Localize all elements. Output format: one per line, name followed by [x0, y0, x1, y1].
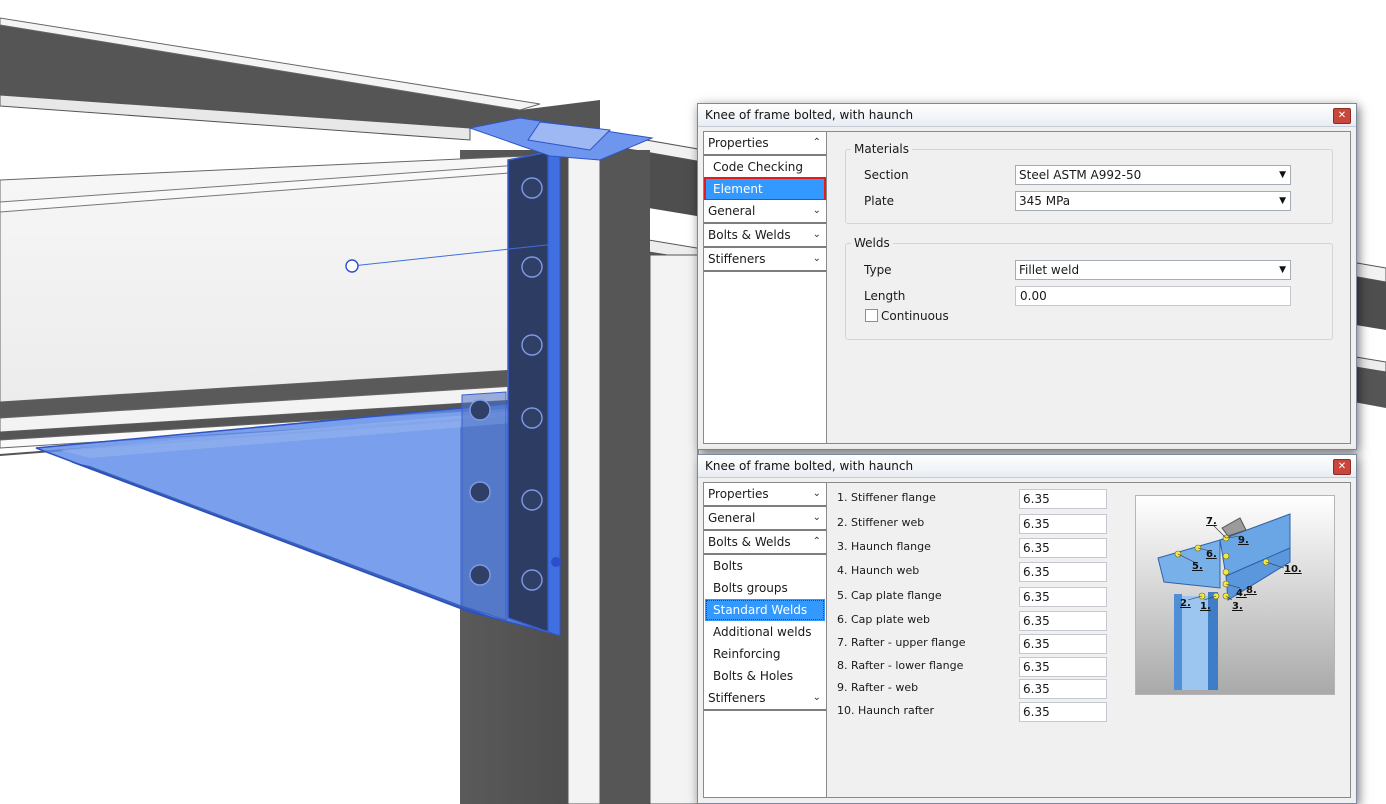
- element-properties-dialog: Knee of frame bolted, with haunch ✕ Prop…: [697, 103, 1357, 450]
- navigation-panel: Properties ⌄ General ⌄ Bolts & Welds ⌃ B…: [704, 483, 827, 797]
- chevron-down-icon: ⌄: [812, 692, 821, 703]
- length-input[interactable]: 0.00: [1015, 286, 1291, 306]
- standard-welds-dialog: Knee of frame bolted, with haunch ✕ Prop…: [697, 454, 1357, 804]
- weld-size-input[interactable]: 6.35: [1019, 489, 1107, 509]
- weld-size-input[interactable]: 6.35: [1019, 702, 1107, 722]
- nav-item-reinforcing[interactable]: Reinforcing: [704, 643, 826, 665]
- diagram-label-1: 1.: [1200, 601, 1211, 612]
- weld-size-input[interactable]: 6.35: [1019, 634, 1107, 654]
- plate-select[interactable]: 345 MPa ▼: [1015, 191, 1291, 211]
- nav-item-code-checking[interactable]: Code Checking: [704, 156, 826, 178]
- dropdown-arrow-icon: ▼: [1279, 170, 1286, 180]
- nav-header-bolts-welds[interactable]: Bolts & Welds ⌃: [704, 531, 826, 555]
- length-label: Length: [864, 289, 906, 303]
- nav-header-stiffeners[interactable]: Stiffeners ⌄: [704, 687, 826, 711]
- weld-type-value: Fillet weld: [1019, 263, 1080, 277]
- chevron-down-icon: ⌄: [812, 229, 821, 240]
- nav-header-label: Bolts & Welds: [708, 228, 791, 242]
- nav-item-bolts-groups[interactable]: Bolts groups: [704, 577, 826, 599]
- dialog-body: Properties ⌃ Code Checking Element Prope…: [703, 131, 1351, 444]
- dropdown-arrow-icon: ▼: [1279, 265, 1286, 275]
- chevron-down-icon: ⌄: [812, 253, 821, 264]
- weld-size-input[interactable]: 6.35: [1019, 657, 1107, 677]
- properties-content: Materials Section Steel ASTM A992-50 ▼ P…: [827, 132, 1350, 443]
- weld-size-input[interactable]: 6.35: [1019, 562, 1107, 582]
- nav-header-label: General: [708, 511, 756, 525]
- nav-header-label: Stiffeners: [708, 691, 766, 705]
- weld-size-input[interactable]: 6.35: [1019, 587, 1107, 607]
- chevron-down-icon: ⌄: [812, 205, 821, 216]
- nav-item-standard-welds[interactable]: Standard Welds: [705, 599, 825, 621]
- chevron-up-icon: ⌃: [812, 536, 821, 547]
- chevron-down-icon: ⌄: [812, 512, 821, 523]
- diagram-label-9: 9.: [1238, 535, 1249, 546]
- nav-header-general[interactable]: General ⌄: [704, 507, 826, 531]
- diagram-label-3: 3.: [1232, 601, 1243, 612]
- weld-label: 2. Stiffener web: [837, 516, 925, 529]
- nav-item-bolts-holes[interactable]: Bolts & Holes: [704, 665, 826, 687]
- nav-item-additional-welds[interactable]: Additional welds: [704, 621, 826, 643]
- weld-label: 7. Rafter - upper flange: [837, 636, 966, 649]
- chevron-down-icon: ⌄: [812, 488, 821, 499]
- materials-group-label: Materials: [854, 142, 910, 156]
- plate-label: Plate: [864, 194, 895, 208]
- nav-header-label: Properties: [708, 136, 769, 150]
- weld-diagram: 1. 2. 3. 4. 5. 6. 7. 8. 9. 10.: [1135, 495, 1335, 695]
- diagram-label-5: 5.: [1192, 561, 1203, 572]
- welds-group-label: Welds: [854, 236, 890, 250]
- weld-label: 5. Cap plate flange: [837, 589, 942, 602]
- section-value: Steel ASTM A992-50: [1019, 168, 1142, 182]
- weld-type-select[interactable]: Fillet weld ▼: [1015, 260, 1291, 280]
- nav-header-general[interactable]: General ⌄: [704, 200, 826, 224]
- nav-header-bolts-welds[interactable]: Bolts & Welds ⌄: [704, 224, 826, 248]
- nav-header-label: General: [708, 204, 756, 218]
- chevron-up-icon: ⌃: [812, 137, 821, 148]
- nav-header-label: Bolts & Welds: [708, 535, 791, 549]
- nav-item-element-properties[interactable]: Element Properties: [704, 177, 826, 218]
- weld-label: 6. Cap plate web: [837, 613, 930, 626]
- dialog-body: Properties ⌄ General ⌄ Bolts & Welds ⌃ B…: [703, 482, 1351, 798]
- dropdown-arrow-icon: ▼: [1279, 196, 1286, 206]
- weld-label: 8. Rafter - lower flange: [837, 659, 964, 672]
- navigation-panel: Properties ⌃ Code Checking Element Prope…: [704, 132, 827, 443]
- weld-label: 3. Haunch flange: [837, 540, 931, 553]
- nav-header-properties[interactable]: Properties ⌃: [704, 132, 826, 156]
- diagram-label-10: 10.: [1284, 564, 1302, 575]
- dialog-title-bar: Knee of frame bolted, with haunch ✕: [698, 455, 1356, 478]
- continuous-label: Continuous: [881, 309, 949, 323]
- weld-label: 10. Haunch rafter: [837, 704, 935, 717]
- weld-type-label: Type: [864, 263, 892, 277]
- nav-header-label: Stiffeners: [708, 252, 766, 266]
- section-select[interactable]: Steel ASTM A992-50 ▼: [1015, 165, 1291, 185]
- nav-header-label: Properties: [708, 487, 769, 501]
- diagram-label-7: 7.: [1206, 516, 1217, 527]
- nav-header-stiffeners[interactable]: Stiffeners ⌄: [704, 248, 826, 272]
- dialog-title: Knee of frame bolted, with haunch: [705, 108, 914, 122]
- weld-label: 4. Haunch web: [837, 564, 920, 577]
- weld-label: 9. Rafter - web: [837, 681, 919, 694]
- nav-header-properties[interactable]: Properties ⌄: [704, 483, 826, 507]
- weld-size-input[interactable]: 6.35: [1019, 538, 1107, 558]
- close-icon[interactable]: ✕: [1333, 459, 1351, 475]
- dialog-title: Knee of frame bolted, with haunch: [705, 459, 914, 473]
- plate-value: 345 MPa: [1019, 194, 1071, 208]
- nav-item-bolts[interactable]: Bolts: [704, 555, 826, 577]
- continuous-checkbox[interactable]: [865, 309, 878, 322]
- weld-size-input[interactable]: 6.35: [1019, 611, 1107, 631]
- diagram-label-8: 8.: [1246, 585, 1257, 596]
- section-label: Section: [864, 168, 909, 182]
- standard-welds-content: 1. Stiffener flange 6.35 2. Stiffener we…: [827, 483, 1350, 797]
- close-icon[interactable]: ✕: [1333, 108, 1351, 124]
- weld-label: 1. Stiffener flange: [837, 491, 936, 504]
- weld-size-input[interactable]: 6.35: [1019, 514, 1107, 534]
- weld-size-input[interactable]: 6.35: [1019, 679, 1107, 699]
- dialog-title-bar: Knee of frame bolted, with haunch ✕: [698, 104, 1356, 127]
